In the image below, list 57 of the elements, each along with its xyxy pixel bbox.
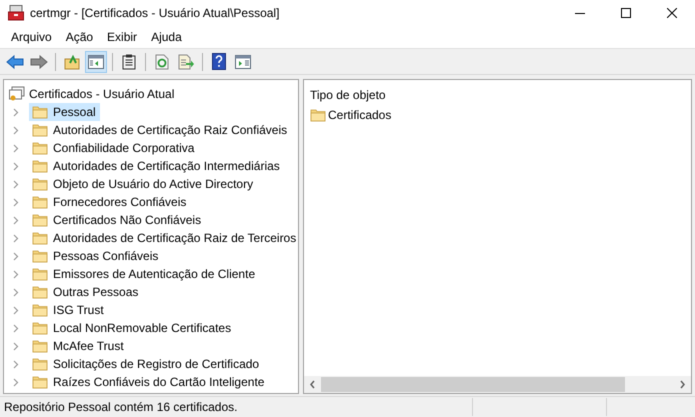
clipboard-icon[interactable] [122,54,136,70]
tree-item[interactable]: Pessoal [29,103,100,121]
folder-icon [32,177,48,191]
forward-arrow-icon[interactable] [30,54,48,68]
folder-icon [32,195,48,209]
menu-item[interactable]: Ajuda [144,28,189,46]
folder-icon [32,339,48,353]
maximize-icon[interactable] [621,8,631,18]
folder-icon [32,375,48,389]
tree-item[interactable]: Autoridades de Certificação Raiz Confiáveis [29,121,292,139]
certificate-toolbox-icon [8,5,24,21]
folder-icon [32,213,48,227]
tree-item[interactable]: Autoridades de Certificação Intermediárias [29,157,284,175]
folder-icon [32,321,48,335]
tree-item[interactable]: Confiabilidade Corporativa [29,139,198,157]
toolbar-button[interactable] [85,50,107,72]
folder-icon [32,159,48,173]
tree-item[interactable]: Solicitações de Registro de Certificado [29,355,264,373]
scrollbar-thumb[interactable] [321,377,625,392]
tree-item[interactable]: Pessoas Confiáveis [29,247,162,265]
tree-item[interactable]: Fornecedores Confiáveis [29,193,190,211]
tree-item[interactable]: Objeto de Usuário do Active Directory [29,175,258,193]
minimize-icon[interactable] [575,12,585,14]
close-icon[interactable] [667,8,677,18]
tree-root[interactable]: Certificados - Usuário Atual [29,85,174,103]
folder-icon [32,285,48,299]
menu-item[interactable]: Arquivo [4,28,59,46]
folder-icon [310,108,326,122]
folder-icon [32,267,48,281]
tree-item[interactable]: McAfee Trust [29,337,128,355]
folder-icon [32,231,48,245]
folder-icon [32,123,48,137]
folder-icon [32,303,48,317]
folder-icon [32,141,48,155]
tree-item[interactable]: Certificados Não Confiáveis [29,211,206,229]
action-pane-icon[interactable] [235,54,251,68]
refresh-icon[interactable] [155,54,169,70]
folder-icon [32,105,48,119]
list-item[interactable]: Certificados [310,107,392,123]
tree-item[interactable]: Raízes Confiáveis do Cartão Inteligente [29,373,268,391]
window-title: certmgr - [Certificados - Usuário Atual\Pessoal] [30,5,280,22]
folder-icon [32,249,48,263]
tree-item[interactable]: Outras Pessoas [29,283,142,301]
console-tree-icon[interactable] [88,54,104,68]
certificates-icon [9,86,25,102]
horizontal-scrollbar[interactable] [304,376,691,393]
tree-item[interactable]: Local NonRemovable Certificates [29,319,236,337]
help-icon[interactable] [212,53,226,70]
tree-item[interactable]: Autoridades de Certificação Raiz de Terceiros [29,229,298,247]
tree-item[interactable]: Emissores de Autenticação de Cliente [29,265,260,283]
menu-item[interactable]: Exibir [100,28,144,46]
column-header[interactable]: Tipo de objeto [310,86,691,102]
back-arrow-icon[interactable] [6,54,24,68]
status-text: Repositório Pessoal contém 16 certificados. [3,399,238,416]
menu-item[interactable]: Ação [58,28,100,46]
folder-icon [32,357,48,371]
tree-item[interactable]: ISG Trust [29,301,108,319]
